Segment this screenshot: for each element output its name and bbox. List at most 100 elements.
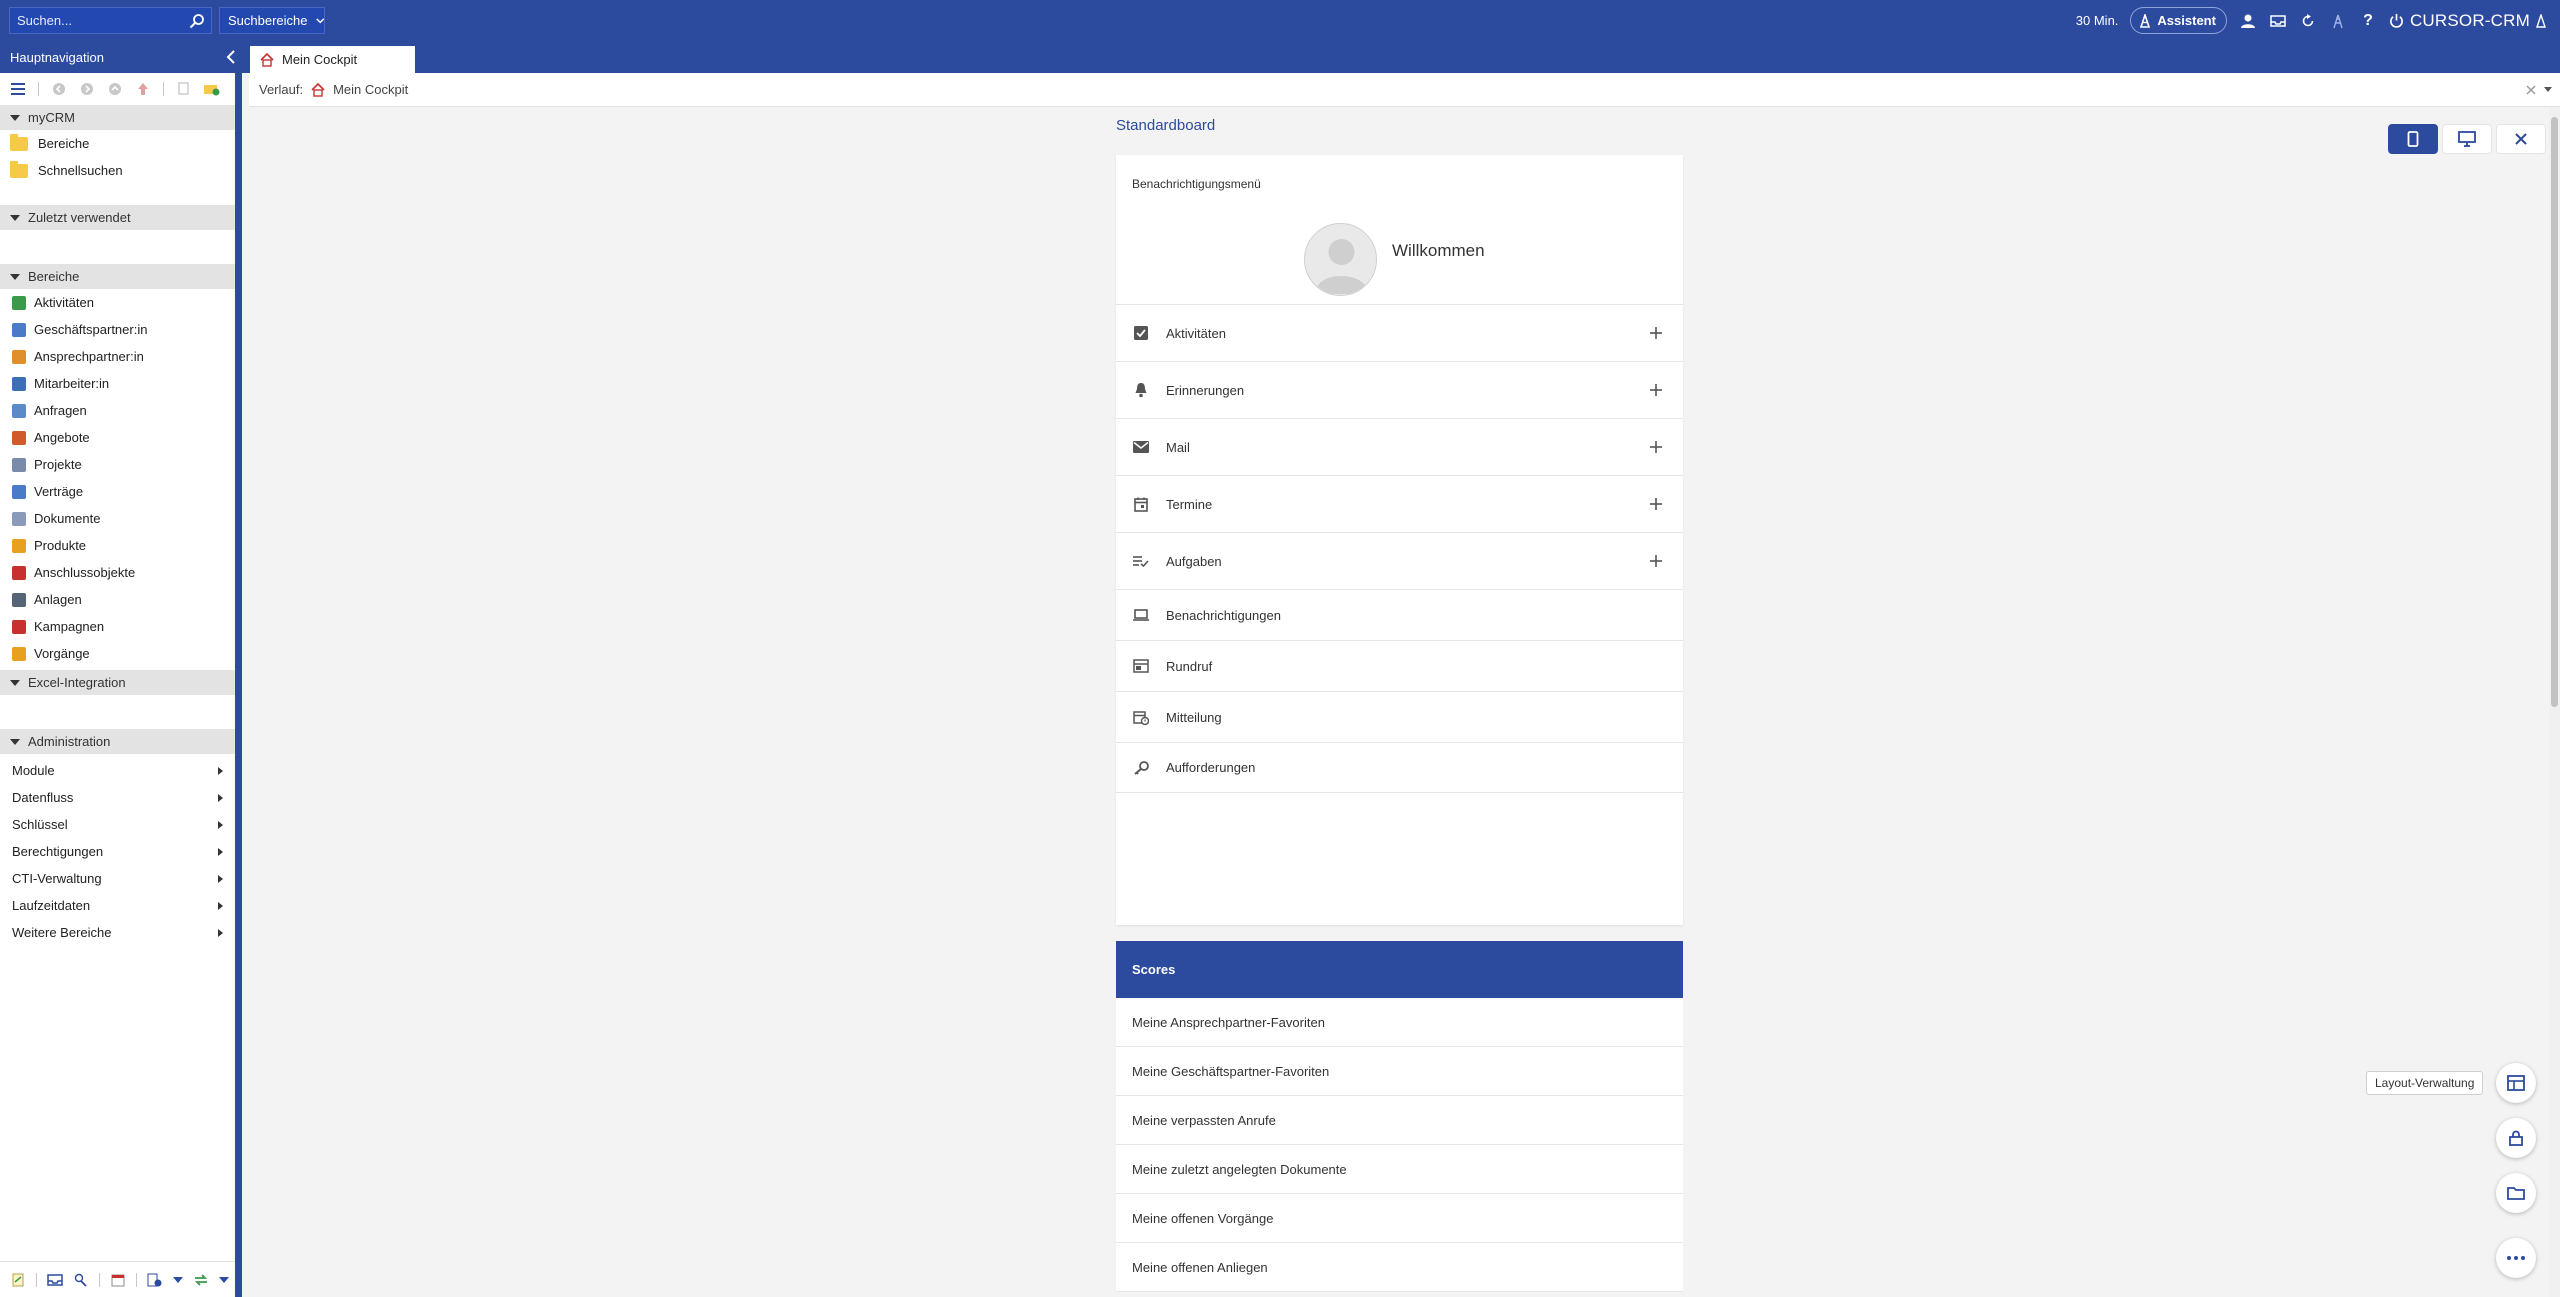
main-scrollbar[interactable] (2549, 107, 2560, 1297)
admin-item-berechtigungen[interactable]: Berechtigungen (0, 838, 235, 865)
tab-mein-cockpit[interactable]: Mein Cockpit (250, 46, 415, 73)
sidebar-item-anschlussobjekte[interactable]: Anschlussobjekte (0, 559, 235, 586)
assistant-label: Assistent (2157, 13, 2216, 28)
sidebar-item-anfragen[interactable]: Anfragen (0, 397, 235, 424)
admin-item-weitere-bereiche[interactable]: Weitere Bereiche (0, 919, 235, 946)
connection-button[interactable] (2329, 12, 2347, 30)
search-button[interactable] (183, 8, 211, 33)
admin-item-label: Berechtigungen (12, 844, 104, 859)
score-item[interactable]: Meine Geschäftspartner-Favoriten (1116, 1047, 1683, 1096)
sidebar-item-produkte[interactable]: Produkte (0, 532, 235, 559)
dropdown-arrow-icon[interactable] (219, 1276, 229, 1283)
notification-row-aufforderungen[interactable]: Aufforderungen (1116, 742, 1683, 793)
admin-item-module[interactable]: Module (0, 757, 235, 784)
score-item[interactable]: Meine Ansprechpartner-Favoriten (1116, 998, 1683, 1047)
admin-item-schlüssel[interactable]: Schlüssel (0, 811, 235, 838)
section-excel-integration[interactable]: Excel-Integration (0, 670, 235, 695)
lock-button[interactable] (2496, 1118, 2536, 1158)
module-icon (12, 349, 26, 364)
new-document-button[interactable] (147, 1272, 163, 1288)
sync-button[interactable] (193, 1272, 209, 1288)
notification-row-benachrichtigungen[interactable]: Benachrichtigungen (1116, 589, 1683, 640)
notification-row-rundruf[interactable]: Rundruf (1116, 640, 1683, 691)
section-administration[interactable]: Administration (0, 729, 235, 754)
refresh-button[interactable] (2299, 12, 2317, 30)
close-icon[interactable] (2524, 83, 2538, 97)
score-item[interactable]: Meine verpassten Anrufe (1116, 1096, 1683, 1145)
notification-row-mail[interactable]: Mail (1116, 418, 1683, 475)
layout-management-button[interactable] (2496, 1063, 2536, 1103)
search-input[interactable] (10, 8, 182, 33)
score-item[interactable]: Meine offenen Anliegen (1116, 1243, 1683, 1292)
user-button[interactable] (2239, 12, 2257, 30)
up-button[interactable] (107, 81, 123, 97)
admin-item-label: CTI-Verwaltung (12, 871, 102, 886)
plus-icon[interactable] (1649, 326, 1663, 340)
dropdown-arrow-icon[interactable] (173, 1276, 183, 1283)
more-button[interactable] (2496, 1238, 2536, 1278)
brand-logout[interactable]: CURSOR-CRM (2389, 11, 2546, 31)
mobile-view-button[interactable] (2388, 124, 2438, 154)
assistant-button[interactable]: Assistent (2130, 7, 2227, 34)
notification-row-erinnerungen[interactable]: Erinnerungen (1116, 361, 1683, 418)
notification-row-aktivitäten[interactable]: Aktivitäten (1116, 304, 1683, 361)
new-document-icon (147, 1273, 162, 1286)
copy-button[interactable] (176, 81, 192, 97)
scrollbar-thumb[interactable] (2551, 117, 2558, 707)
module-icon (12, 565, 26, 580)
sidebar-item-kampagnen[interactable]: Kampagnen (0, 613, 235, 640)
notification-row-aufgaben[interactable]: Aufgaben (1116, 532, 1683, 589)
note-button[interactable] (10, 1272, 26, 1288)
score-item[interactable]: Meine zuletzt angelegten Dokumente (1116, 1145, 1683, 1194)
notification-row-label: Aktivitäten (1166, 325, 1226, 341)
section-mycrm[interactable]: myCRM (0, 105, 235, 130)
folder-button[interactable] (2496, 1173, 2536, 1213)
notification-row-mitteilung[interactable]: Mitteilung (1116, 691, 1683, 742)
sidebar-item-angebote[interactable]: Angebote (0, 424, 235, 451)
sidebar-item-dokumente[interactable]: Dokumente (0, 505, 235, 532)
section-bereiche[interactable]: Bereiche (0, 264, 235, 289)
section-title: Zuletzt verwendet (28, 210, 131, 225)
sidebar-item-vorgänge[interactable]: Vorgänge (0, 640, 235, 667)
breadcrumb-item[interactable]: Mein Cockpit (333, 82, 408, 97)
upload-button[interactable] (135, 81, 151, 97)
admin-item-datenfluss[interactable]: Datenfluss (0, 784, 235, 811)
phone-button[interactable] (73, 1272, 89, 1288)
mail-button[interactable] (47, 1272, 63, 1288)
menu-icon (11, 83, 25, 95)
section-zuletzt-verwendet[interactable]: Zuletzt verwendet (0, 205, 235, 230)
notification-row-label: Aufforderungen (1166, 760, 1256, 775)
sidebar: myCRM Bereiche Schnellsuchen Zuletzt ver… (0, 73, 242, 1297)
sidebar-item-geschäftspartner-in[interactable]: Geschäftspartner:in (0, 316, 235, 343)
bereiche-list: Aktivitäten Geschäftspartner:in Ansprechpa… (0, 289, 235, 667)
admin-item-cti-verwaltung[interactable]: CTI-Verwaltung (0, 865, 235, 892)
inbox-button[interactable] (2269, 12, 2287, 30)
history-dropdown-icon[interactable] (2544, 87, 2552, 92)
sidebar-item-ansprechpartner-in[interactable]: Ansprechpartner:in (0, 343, 235, 370)
back-button[interactable] (51, 81, 67, 97)
plus-icon[interactable] (1649, 554, 1663, 568)
sidebar-item-projekte[interactable]: Projekte (0, 451, 235, 478)
broadcast-icon (1133, 658, 1149, 674)
plus-icon[interactable] (1649, 440, 1663, 454)
notification-row-termine[interactable]: Termine (1116, 475, 1683, 532)
sidebar-item-schnellsuchen[interactable]: Schnellsuchen (0, 157, 235, 184)
sidebar-item-mitarbeiter-in[interactable]: Mitarbeiter:in (0, 370, 235, 397)
menu-button[interactable] (10, 81, 26, 97)
desktop-view-button[interactable] (2442, 124, 2492, 154)
sidebar-item-aktivitäten[interactable]: Aktivitäten (0, 289, 235, 316)
admin-item-laufzeitdaten[interactable]: Laufzeitdaten (0, 892, 235, 919)
sidebar-item-anlagen[interactable]: Anlagen (0, 586, 235, 613)
sidebar-item-verträge[interactable]: Verträge (0, 478, 235, 505)
help-button[interactable]: ? (2359, 12, 2377, 30)
score-item[interactable]: Meine offenen Vorgänge (1116, 1194, 1683, 1243)
sidebar-item-bereiche-folder[interactable]: Bereiche (0, 130, 235, 157)
collapse-sidebar-icon[interactable] (224, 49, 240, 65)
calendar-button[interactable] (110, 1272, 126, 1288)
plus-icon[interactable] (1649, 497, 1663, 511)
plus-icon[interactable] (1649, 383, 1663, 397)
search-scope-dropdown[interactable]: Suchbereiche (219, 7, 325, 34)
forward-button[interactable] (79, 81, 95, 97)
new-folder-button[interactable] (204, 81, 220, 97)
close-view-button[interactable] (2496, 124, 2546, 154)
